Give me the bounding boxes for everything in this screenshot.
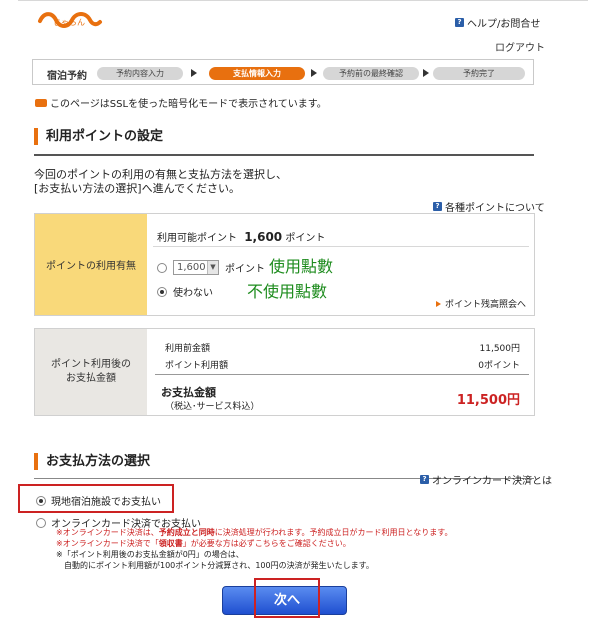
help-icon: ?	[433, 202, 442, 211]
points-intro: 今回のポイントの利用の有無と支払方法を選択し、 [お支払い方法の選択]へ進んでく…	[34, 168, 287, 196]
help-icon: ?	[455, 18, 464, 27]
online-payment-radio[interactable]	[36, 517, 46, 528]
payment-summary-box: ポイント利用後の お支払金額 利用前金額 11,500円 ポイント利用額 0ポイ…	[34, 328, 535, 416]
ssl-notice: このページはSSLを使った暗号化モードで表示されています。	[35, 95, 327, 110]
note-1-prefix: ※オンラインカード決済は、	[56, 528, 159, 537]
not-use-row: 使わない	[157, 284, 213, 299]
step-3: 予約前の最終確認	[323, 67, 419, 80]
points-used-value: 0ポイント	[478, 361, 520, 371]
available-value: 1,600	[244, 230, 283, 244]
points-amount-select[interactable]: 1,600 ▼	[173, 260, 219, 275]
total-value: 11,500円	[456, 393, 520, 408]
help-link[interactable]: ? ヘルプ/お問合せ	[455, 15, 540, 30]
points-usage-box: ポイントの利用有無 利用可能ポイント 1,600 ポイント 1,600 ▼ ポイ…	[34, 213, 535, 316]
ssl-text: このページはSSLを使った暗号化モードで表示されています。	[50, 99, 327, 110]
step-arrow-icon	[311, 69, 317, 77]
intro-line-1: 今回のポイントの利用の有無と支払方法を選択し、	[34, 168, 287, 181]
use-points-radio[interactable]	[157, 262, 167, 273]
about-points-link[interactable]: ? 各種ポイントについて	[433, 199, 545, 214]
key-icon	[35, 98, 47, 107]
online-payment-about-link[interactable]: ? オンラインカード決済とは	[420, 472, 552, 487]
jalan-logo[interactable]: じゃらん	[34, 8, 104, 34]
payment-notes: ※オンラインカード決済は、予約成立と同時に決済処理が行われます。予約成立日がカー…	[56, 527, 452, 571]
use-points-row: 1,600 ▼ ポイント	[157, 260, 265, 275]
use-unit: ポイント	[225, 264, 265, 275]
arrow-right-icon	[436, 300, 441, 307]
step-arrow-icon	[423, 69, 429, 77]
about-points-label: 各種ポイントについて	[445, 203, 545, 214]
help-icon: ?	[420, 475, 429, 484]
help-label: ヘルプ/お問合せ	[467, 19, 541, 30]
step-arrow-icon	[191, 69, 197, 77]
progress-steps: 宿泊予約 予約内容入力 支払情報入力 予約前の最終確認 予約完了	[32, 59, 534, 85]
points-select-value: 1,600	[177, 262, 206, 273]
not-use-radio[interactable]	[157, 286, 167, 297]
steps-label: 宿泊予約	[47, 71, 87, 82]
online-payment-about-label: オンラインカード決済とは	[432, 476, 552, 487]
summary-label: ポイント利用後の お支払金額	[35, 329, 147, 415]
divider	[155, 374, 529, 375]
summary-label-line-2: お支払金額	[66, 373, 116, 384]
step-2-active: 支払情報入力	[209, 67, 305, 80]
points-usage-label: ポイントの利用有無	[35, 214, 147, 315]
available-unit: ポイント	[285, 233, 326, 244]
before-amount-value: 11,500円	[479, 344, 521, 354]
points-balance-link[interactable]: ポイント残高照会へ	[436, 297, 526, 310]
annotation-not-use-points: 不使用點數	[247, 282, 328, 301]
divider	[153, 246, 529, 247]
note-2[interactable]: ※オンラインカード決済で「領収書」が必要な方は必ずこちらをご確認ください。	[56, 538, 452, 549]
note-2-bold: 領収書	[158, 539, 183, 548]
logout-link[interactable]: ログアウト	[495, 39, 545, 54]
points-balance-label: ポイント残高照会へ	[445, 300, 527, 310]
onsite-payment-label: 現地宿泊施設でお支払い	[51, 497, 161, 508]
note-2-prefix: ※オンラインカード決済で「	[56, 539, 159, 548]
annotation-use-points: 使用點數	[269, 257, 334, 276]
step-1: 予約内容入力	[97, 67, 183, 80]
onsite-payment-radio[interactable]	[36, 495, 46, 506]
points-used-label: ポイント利用額	[165, 361, 229, 371]
note-3: ※「ポイント利用後のお支払金額が0円」の場合は、	[56, 550, 244, 559]
note-1-suffix: に決済処理が行われます。予約成立日がカード利用日となります。	[214, 528, 453, 537]
note-4: 自動的にポイント利用額が100ポイント分減算され、100円の決済が発生いたします…	[64, 561, 374, 570]
total-sub-label: （税込･サービス料込）	[165, 402, 260, 412]
note-2-suffix: 」が必要な方は必ずこちらをご確認ください。	[182, 539, 351, 548]
top-divider	[18, 0, 588, 1]
note-1-bold: 予約成立と同時	[158, 528, 215, 537]
step-4: 予約完了	[433, 67, 525, 80]
chevron-down-icon: ▼	[207, 261, 218, 274]
next-button[interactable]: 次へ	[254, 578, 320, 618]
intro-line-2: [お支払い方法の選択]へ進んでください。	[34, 182, 241, 195]
payment-section-title: お支払方法の選択	[34, 453, 150, 470]
not-use-label: 使わない	[173, 288, 213, 299]
total-label: お支払金額	[161, 386, 216, 399]
logo-text: じゃらん	[53, 18, 85, 27]
onsite-payment-option[interactable]: 現地宿泊施設でお支払い	[36, 493, 161, 508]
before-amount-label: 利用前金額	[165, 344, 211, 354]
section-rule	[34, 154, 534, 156]
points-section-title: 利用ポイントの設定	[34, 128, 163, 145]
available-points: 利用可能ポイント 1,600 ポイント	[157, 229, 325, 244]
note-1: ※オンラインカード決済は、予約成立と同時に決済処理が行われます。予約成立日がカー…	[56, 527, 452, 538]
summary-label-line-1: ポイント利用後の	[51, 359, 131, 370]
available-label: 利用可能ポイント	[157, 233, 237, 244]
